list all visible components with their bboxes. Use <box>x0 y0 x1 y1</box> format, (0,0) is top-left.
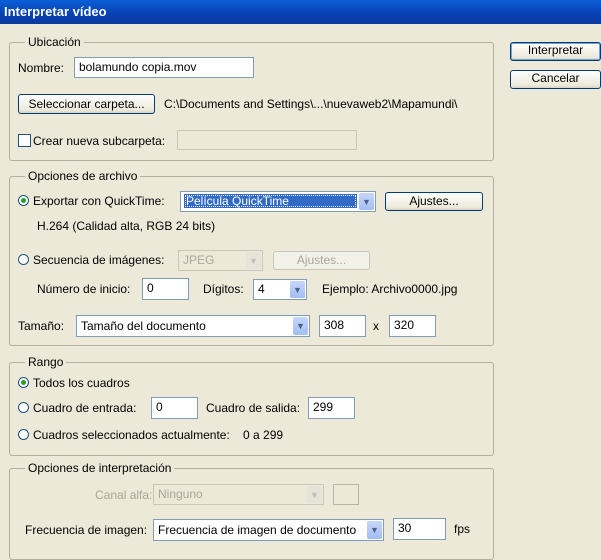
quicktime-format-select[interactable]: Película QuickTime ▼ <box>180 191 376 212</box>
digits-value: 4 <box>258 282 265 296</box>
digits-label: Dígitos: <box>203 282 244 296</box>
window-title: Interpretar vídeo <box>4 4 107 19</box>
chevron-down-icon: ▼ <box>307 486 322 503</box>
new-subfolder-checkbox[interactable] <box>18 134 31 147</box>
chevron-down-icon: ▼ <box>290 281 305 298</box>
fps-input[interactable]: 30 <box>393 518 446 540</box>
size-label: Tamaño: <box>18 319 65 333</box>
in-frame-radio[interactable] <box>18 402 29 413</box>
in-frame-label: Cuadro de entrada: <box>33 401 137 415</box>
file-options-group-label: Opciones de archivo <box>25 169 141 183</box>
size-separator: x <box>373 319 379 333</box>
all-frames-label: Todos los cuadros <box>33 376 130 390</box>
digits-select[interactable]: 4 ▼ <box>253 279 307 300</box>
out-frame-input[interactable]: 299 <box>308 397 355 419</box>
current-selection-label: Cuadros seleccionados actualmente: <box>33 428 230 442</box>
alpha-color-swatch[interactable] <box>333 484 359 505</box>
start-number-label: Número de inicio: <box>37 282 131 296</box>
cancel-button[interactable]: Cancelar <box>510 70 601 89</box>
chevron-down-icon: ▼ <box>293 317 308 335</box>
image-sequence-label: Secuencia de imágenes: <box>33 253 165 267</box>
quicktime-format-value: Película QuickTime <box>184 194 357 208</box>
name-label: Nombre: <box>18 61 65 75</box>
quicktime-info: H.264 (Calidad alta, RGB 24 bits) <box>37 219 216 233</box>
width-input[interactable]: 308 <box>319 315 366 337</box>
frame-rate-label: Frecuencia de imagen: <box>25 523 148 537</box>
image-settings-button[interactable]: Ajustes... <box>273 251 370 270</box>
current-selection-value: 0 a 299 <box>243 428 284 442</box>
new-subfolder-label: Crear nueva subcarpeta: <box>33 134 166 148</box>
title-bar[interactable]: Interpretar vídeo <box>0 0 601 24</box>
name-input[interactable]: bolamundo copia.mov <box>74 57 254 78</box>
select-folder-button[interactable]: Seleccionar carpeta... <box>18 94 155 114</box>
start-number-input[interactable]: 0 <box>142 278 189 300</box>
chevron-down-icon: ▼ <box>367 521 382 539</box>
render-button[interactable]: Interpretar <box>510 42 601 61</box>
example-text: Ejemplo: Archivo0000.jpg <box>322 282 458 296</box>
alpha-select[interactable]: Ninguno ▼ <box>153 484 324 505</box>
render-options-group-label: Opciones de interpretación <box>25 461 175 475</box>
image-format-select[interactable]: JPEG ▼ <box>178 250 263 271</box>
height-input[interactable]: 320 <box>389 315 436 337</box>
render-options-group <box>9 468 494 560</box>
all-frames-radio[interactable] <box>18 377 29 388</box>
range-group-label: Rango <box>25 355 67 369</box>
image-sequence-radio[interactable] <box>18 254 29 265</box>
chevron-down-icon: ▼ <box>246 252 261 269</box>
fps-unit: fps <box>454 522 471 536</box>
out-frame-label: Cuadro de salida: <box>206 401 301 415</box>
image-format-value: JPEG <box>183 253 215 267</box>
in-frame-input[interactable]: 0 <box>151 397 198 419</box>
chevron-down-icon: ▼ <box>359 193 374 210</box>
size-value: Tamaño del documento <box>81 319 206 333</box>
quicktime-export-radio[interactable] <box>18 195 29 206</box>
location-group-label: Ubicación <box>25 35 84 49</box>
size-select[interactable]: Tamaño del documento ▼ <box>76 315 310 337</box>
quicktime-export-label: Exportar con QuickTime: <box>33 194 165 208</box>
alpha-value: Ninguno <box>158 487 203 501</box>
frame-rate-value: Frecuencia de imagen de documento <box>158 523 357 537</box>
quicktime-settings-button[interactable]: Ajustes... <box>385 192 483 211</box>
alpha-label: Canal alfa: <box>95 488 153 502</box>
new-subfolder-input[interactable] <box>177 130 357 150</box>
frame-rate-select[interactable]: Frecuencia de imagen de documento ▼ <box>153 519 384 541</box>
current-selection-radio[interactable] <box>18 429 29 440</box>
folder-path: C:\Documents and Settings\...\nuevaweb2\… <box>164 97 458 111</box>
